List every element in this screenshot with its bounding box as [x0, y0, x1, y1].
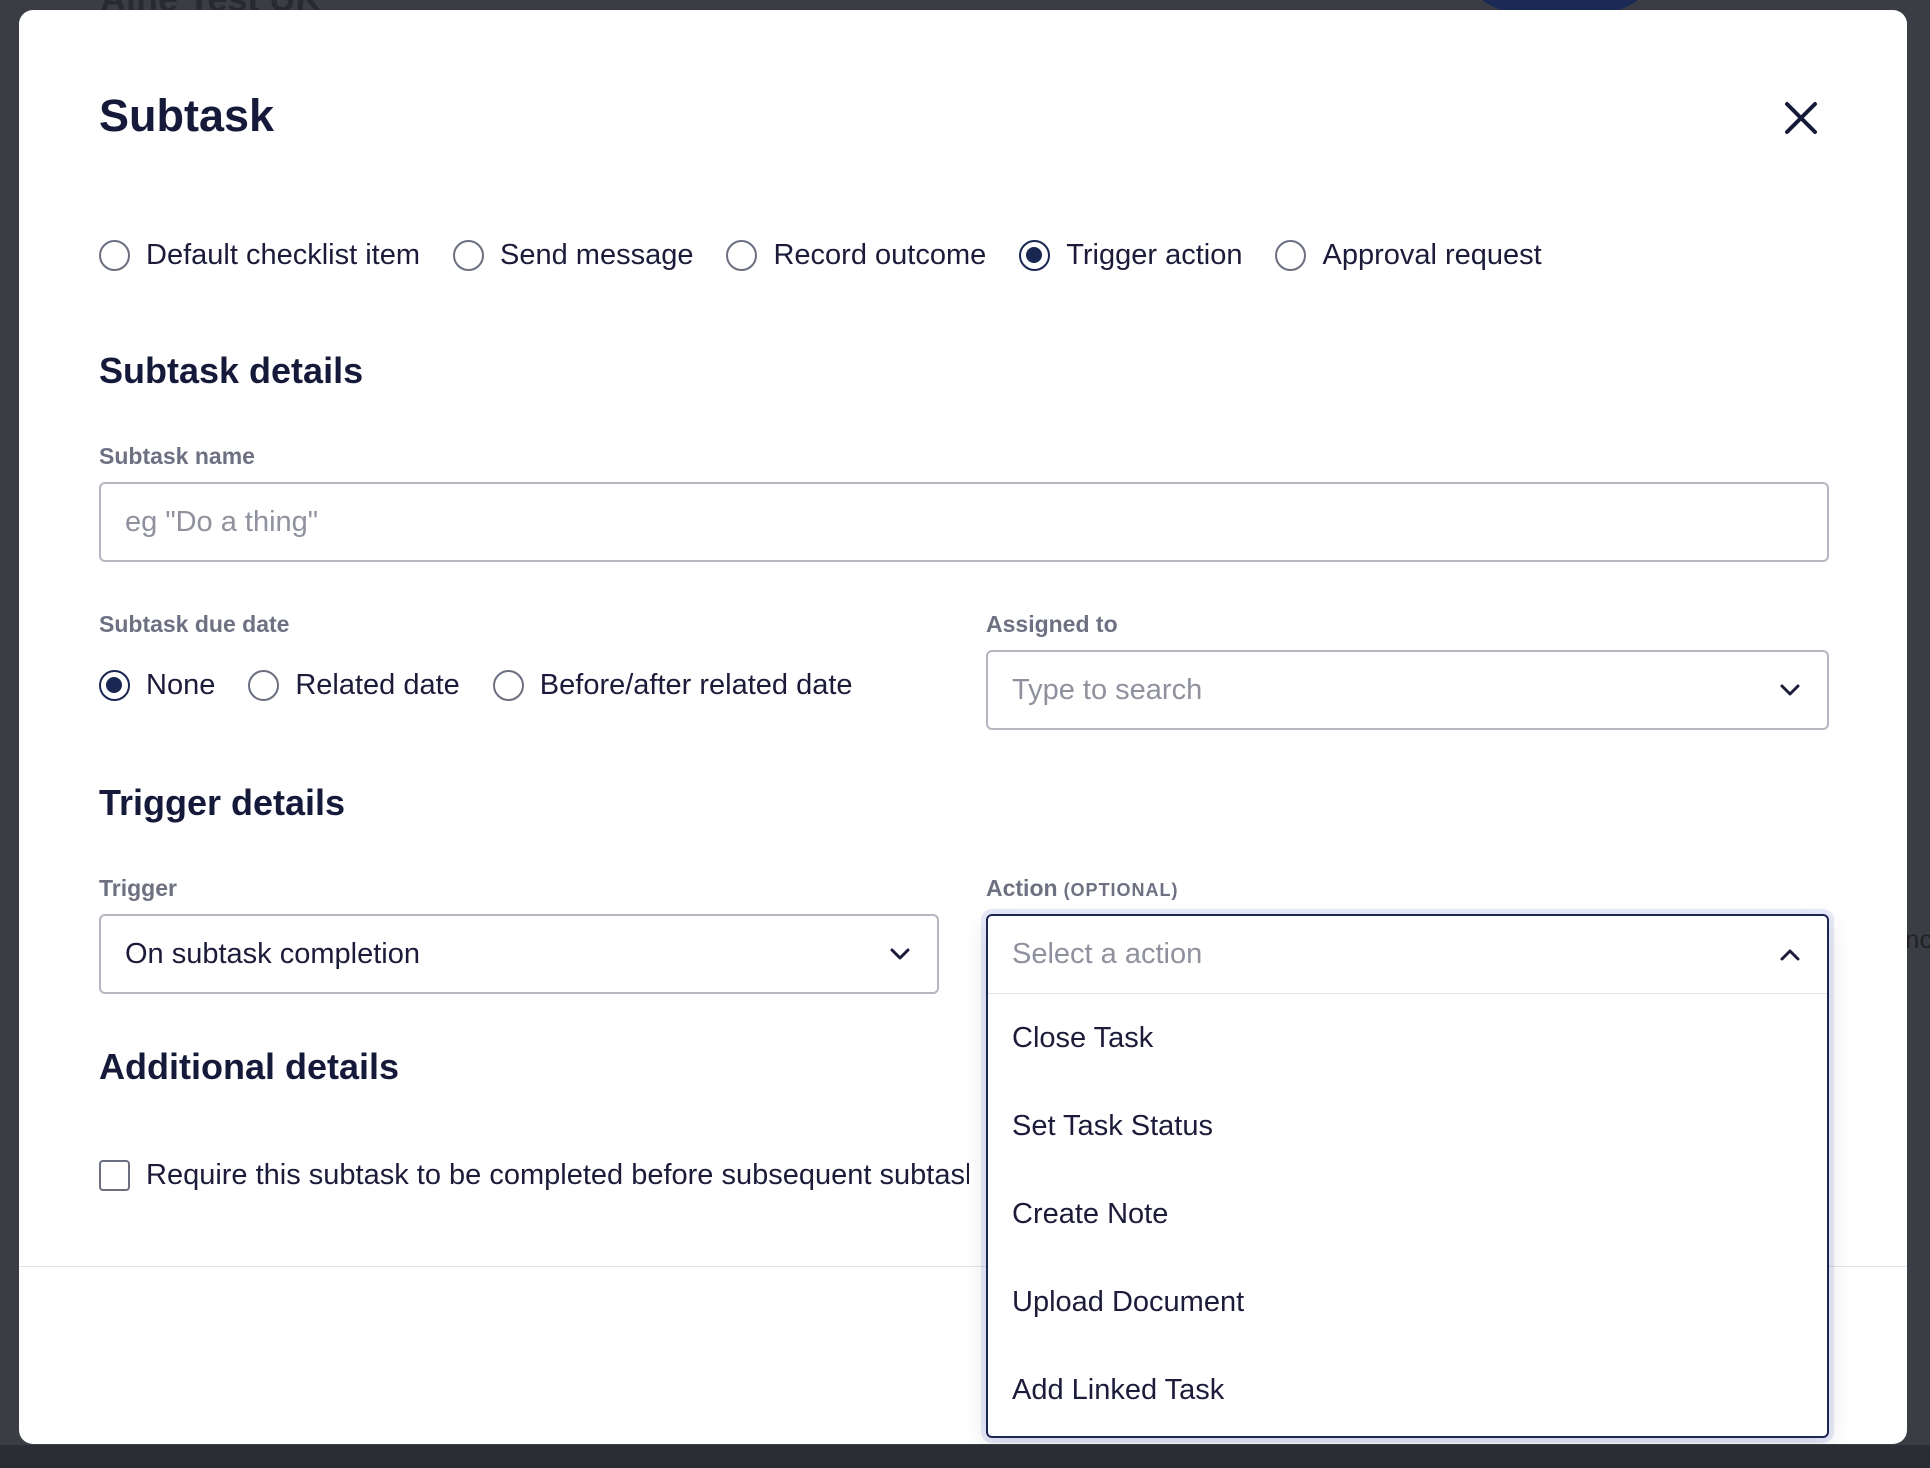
subtask-name-label: Subtask name	[99, 443, 255, 469]
radio-default-checklist-item[interactable]: Default checklist item	[99, 239, 420, 272]
action-option-close-task[interactable]: Close Task	[988, 994, 1827, 1082]
action-option-upload-document[interactable]: Upload Document	[988, 1258, 1827, 1346]
radio-button[interactable]	[99, 240, 130, 271]
action-optional-tag: (OPTIONAL)	[1063, 880, 1179, 900]
modal-title: Subtask	[99, 90, 275, 141]
chevron-down-icon	[890, 948, 910, 960]
background-bottom-bar	[0, 1445, 1930, 1468]
background-side-text: nc	[1905, 924, 1930, 954]
action-label-wrap: Action (OPTIONAL)	[986, 875, 1179, 902]
radio-label: None	[146, 669, 216, 701]
radio-button-selected[interactable]	[1019, 240, 1051, 271]
radio-button[interactable]	[1275, 240, 1307, 271]
chevron-up-icon	[1780, 949, 1800, 960]
require-completion-row: Require this subtask to be completed bef…	[99, 1159, 969, 1192]
due-date-group: None Related date Before/after related d…	[99, 669, 853, 702]
subtask-type-group: Default checklist item Send message Reco…	[99, 239, 1542, 272]
radio-record-outcome[interactable]: Record outcome	[726, 239, 986, 272]
action-select-trigger[interactable]: Select a action	[988, 916, 1827, 994]
radio-button-selected[interactable]	[99, 670, 130, 701]
subtask-name-placeholder: eg "Do a thing"	[125, 505, 319, 538]
radio-button[interactable]	[726, 240, 758, 271]
trigger-label: Trigger	[99, 875, 177, 901]
subtask-details-heading: Subtask details	[99, 350, 364, 391]
trigger-details-heading: Trigger details	[99, 782, 346, 823]
radio-approval-request[interactable]: Approval request	[1275, 239, 1542, 272]
radio-due-before-after[interactable]: Before/after related date	[492, 669, 853, 702]
radio-label: Record outcome	[773, 239, 987, 271]
action-option-add-linked-task[interactable]: Add Linked Task	[988, 1346, 1827, 1434]
radio-button[interactable]	[492, 670, 524, 701]
assigned-to-label: Assigned to	[986, 611, 1118, 637]
radio-send-message[interactable]: Send message	[453, 239, 693, 272]
radio-label: Approval request	[1322, 239, 1542, 271]
require-completion-label: Require this subtask to be completed bef…	[146, 1159, 969, 1191]
radio-trigger-action[interactable]: Trigger action	[1019, 239, 1242, 272]
radio-due-none[interactable]: None	[99, 669, 215, 702]
action-options-list: Close Task Set Task Status Create Note U…	[988, 994, 1827, 1434]
radio-label: Before/after related date	[539, 669, 853, 701]
require-completion-checkbox[interactable]	[99, 1160, 130, 1191]
trigger-select[interactable]: On subtask completion	[99, 914, 939, 994]
radio-due-related-date[interactable]: Related date	[248, 669, 460, 702]
radio-label: Trigger action	[1066, 239, 1243, 271]
subtask-modal: Subtask Default checklist item Send mess…	[19, 10, 1907, 1444]
subtask-name-input[interactable]: eg "Do a thing"	[99, 482, 1829, 562]
radio-label: Send message	[500, 239, 694, 271]
radio-label: Default checklist item	[146, 239, 420, 271]
chevron-down-icon	[1780, 684, 1800, 696]
close-icon	[1785, 102, 1817, 134]
action-label: Action	[986, 875, 1058, 901]
radio-button[interactable]	[453, 240, 484, 271]
close-button[interactable]	[1779, 96, 1823, 140]
radio-label: Related date	[295, 669, 460, 701]
additional-details-heading: Additional details	[99, 1046, 400, 1087]
assigned-to-placeholder: Type to search	[1012, 673, 1203, 706]
action-option-create-note[interactable]: Create Note	[988, 1170, 1827, 1258]
radio-button[interactable]	[248, 670, 280, 701]
assigned-to-select[interactable]: Type to search	[986, 650, 1829, 730]
action-placeholder: Select a action	[1012, 938, 1203, 970]
action-select-open[interactable]: Select a action Close Task Set Task Stat…	[986, 914, 1829, 1438]
trigger-value: On subtask completion	[125, 937, 420, 970]
subtask-due-date-label: Subtask due date	[99, 611, 290, 637]
action-option-set-task-status[interactable]: Set Task Status	[988, 1082, 1827, 1170]
